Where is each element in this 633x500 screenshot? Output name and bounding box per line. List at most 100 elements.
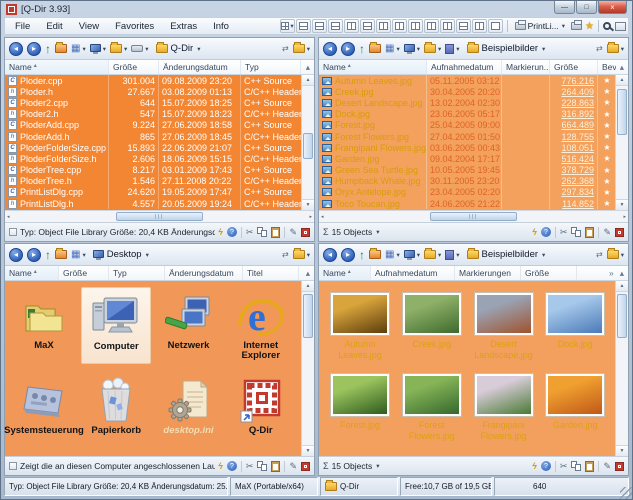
column-date[interactable]: Aufnahmedatum — [371, 266, 455, 280]
go-folder-dropdown[interactable]: ▾ — [293, 44, 310, 53]
folder-history-icon[interactable] — [55, 44, 67, 53]
desktop-item-qdir[interactable]: Q-Dir — [226, 372, 296, 439]
object-count[interactable]: 15 Objects — [332, 461, 373, 471]
back-button[interactable]: ◂ — [9, 42, 23, 56]
favorites-star-icon[interactable]: ★ — [585, 21, 594, 32]
column-rating[interactable]: Bev — [598, 60, 616, 74]
horizontal-scrollbar[interactable]: ◂▸ — [319, 210, 628, 222]
layout-preset-button[interactable] — [456, 19, 471, 33]
address-dropdown[interactable]: Beispielbilder▾ — [464, 42, 549, 55]
scroll-down-arrow[interactable]: ▼ — [302, 445, 314, 456]
close-button[interactable]: × — [598, 1, 627, 14]
apps-dropdown[interactable]: ▾ — [445, 44, 459, 54]
menu-file[interactable]: File — [7, 19, 38, 34]
file-row[interactable]: Autumn Leaves.jpg 05.11.2005 03:12 776.2… — [319, 75, 615, 86]
column-size[interactable]: Größe — [550, 60, 598, 74]
swap-panes-icon[interactable]: ⇄ — [596, 250, 603, 259]
file-row[interactable]: Ploder.h 27.667 03.08.2009 01:13 C/C++ H… — [5, 86, 301, 97]
forward-button[interactable]: ▸ — [341, 248, 355, 262]
layout-preset-button[interactable] — [296, 19, 311, 33]
file-row[interactable]: PloderFolderSize.h 2.606 18.06.2009 15:1… — [5, 153, 301, 164]
file-row[interactable]: Dock.jpg 23.06.2005 05:17 316.892 ★ — [319, 109, 615, 120]
help-icon[interactable]: ? — [541, 227, 551, 237]
address-dropdown[interactable]: Beispielbilder▾ — [464, 248, 549, 261]
forward-button[interactable]: ▸ — [27, 248, 41, 262]
layout-preset-button[interactable] — [328, 19, 343, 33]
computer-dropdown[interactable]: ▾ — [90, 44, 106, 54]
cut-icon[interactable]: ✂ — [246, 227, 254, 238]
computer-dropdown[interactable]: ▾ — [404, 250, 420, 260]
layout-preset-button[interactable] — [472, 19, 487, 33]
paste-icon[interactable] — [271, 227, 280, 238]
copy-icon[interactable] — [571, 461, 581, 471]
scroll-up-arrow[interactable]: ▲ — [616, 281, 628, 292]
swap-panes-icon[interactable]: ⇄ — [596, 44, 603, 53]
address-dropdown[interactable]: Q-Dir▾ — [153, 42, 204, 55]
scroll-thumb[interactable] — [617, 89, 627, 135]
vertical-scrollbar[interactable]: ▲ ▼ — [615, 75, 628, 210]
views-dropdown[interactable]: ▦▾ — [385, 250, 400, 260]
thumbnail-item[interactable]: Autumn Leaves.jpg — [325, 293, 395, 360]
menu-info[interactable]: Info — [205, 19, 237, 34]
window-view-icon[interactable] — [615, 22, 626, 31]
file-row[interactable]: PrintListDlg.cpp 24.620 19.05.2009 17:47… — [5, 187, 301, 198]
print-button[interactable] — [568, 21, 585, 31]
column-type[interactable]: Typ — [241, 60, 301, 74]
go-folder-dropdown[interactable]: ▾ — [607, 250, 624, 259]
file-row[interactable]: Garden.jpg 09.04.2004 17:17 516.424 ★ — [319, 153, 615, 164]
desktop-item-papierkorb[interactable]: Papierkorb — [81, 372, 151, 439]
cut-icon[interactable]: ✂ — [560, 461, 568, 472]
menu-favorites[interactable]: Favorites — [107, 19, 162, 34]
column-markings[interactable]: Markierun... — [502, 60, 550, 74]
edit-icon[interactable]: ✎ — [289, 461, 297, 472]
edit-icon[interactable]: ✎ — [603, 461, 611, 472]
up-button[interactable]: ↑ — [45, 44, 51, 54]
paste-icon[interactable] — [271, 461, 280, 472]
menu-edit[interactable]: Edit — [38, 19, 70, 34]
back-button[interactable]: ◂ — [323, 248, 337, 262]
thumbnail-item[interactable]: Frangipani Flowers.jpg — [469, 374, 539, 441]
layout-preset-button[interactable] — [488, 19, 503, 33]
file-row[interactable]: Humpback Whale.jpg 30.11.2005 23:20 262.… — [319, 176, 615, 187]
scroll-up-arrow[interactable]: ▲ — [302, 281, 314, 292]
go-folder-dropdown[interactable]: ▾ — [607, 44, 624, 53]
copy-icon[interactable] — [571, 227, 581, 237]
column-overflow[interactable]: »▴ — [577, 266, 628, 280]
file-row[interactable]: Green Sea Turtle.jpg 10.05.2005 19:45 37… — [319, 165, 615, 176]
column-markings[interactable]: Markierungen — [455, 266, 521, 280]
column-title[interactable]: Titel — [243, 266, 299, 280]
column-name[interactable]: Name▴ — [319, 60, 427, 74]
scroll-down-arrow[interactable]: ▼ — [302, 199, 314, 210]
edit-icon[interactable]: ✎ — [603, 227, 611, 238]
column-name[interactable]: Name▴ — [5, 60, 109, 74]
actions-icon[interactable]: ϟ — [218, 461, 223, 471]
file-row[interactable]: Creek.jpg 30.04.2005 20:20 264.409 ★ — [319, 86, 615, 97]
column-name[interactable]: Name▴ — [319, 266, 371, 280]
views-dropdown[interactable]: ▦▾ — [71, 250, 86, 260]
qdir-red-icon[interactable] — [301, 228, 310, 237]
swap-panes-icon[interactable]: ⇄ — [282, 44, 289, 53]
folders-dropdown[interactable]: ▾ — [110, 44, 127, 53]
cut-icon[interactable]: ✂ — [246, 461, 254, 472]
cut-icon[interactable]: ✂ — [560, 227, 568, 238]
file-row[interactable]: Frangipani Flowers.jpg 03.06.2005 00:43 … — [319, 142, 615, 153]
search-icon[interactable] — [603, 22, 611, 30]
file-row[interactable]: PloderTree.cpp 8.217 03.01.2009 17:43 C+… — [5, 165, 301, 176]
file-row[interactable]: Ploder.cpp 301.004 09.08.2009 23:20 C++ … — [5, 75, 301, 86]
help-icon[interactable]: ? — [541, 461, 551, 471]
column-date[interactable]: Änderungsdatum — [165, 266, 243, 280]
print-list-button[interactable]: PrintLi...▾ — [512, 20, 568, 32]
views-dropdown[interactable]: ▦▾ — [385, 44, 400, 54]
back-button[interactable]: ◂ — [323, 42, 337, 56]
layout-preset-dropdown[interactable]: ▾ — [280, 19, 295, 33]
scroll-up-arrow[interactable]: ▲ — [302, 75, 314, 86]
file-row[interactable]: PrintListDlg.h 4.557 20.05.2009 19:24 C/… — [5, 198, 301, 209]
layout-preset-button[interactable] — [440, 19, 455, 33]
paste-icon[interactable] — [585, 461, 594, 472]
swap-panes-icon[interactable]: ⇄ — [282, 250, 289, 259]
forward-button[interactable]: ▸ — [27, 42, 41, 56]
menu-extras[interactable]: Extras — [162, 19, 205, 34]
layout-preset-button[interactable] — [424, 19, 439, 33]
scroll-thumb[interactable] — [116, 212, 203, 221]
actions-icon[interactable]: ϟ — [532, 461, 537, 471]
